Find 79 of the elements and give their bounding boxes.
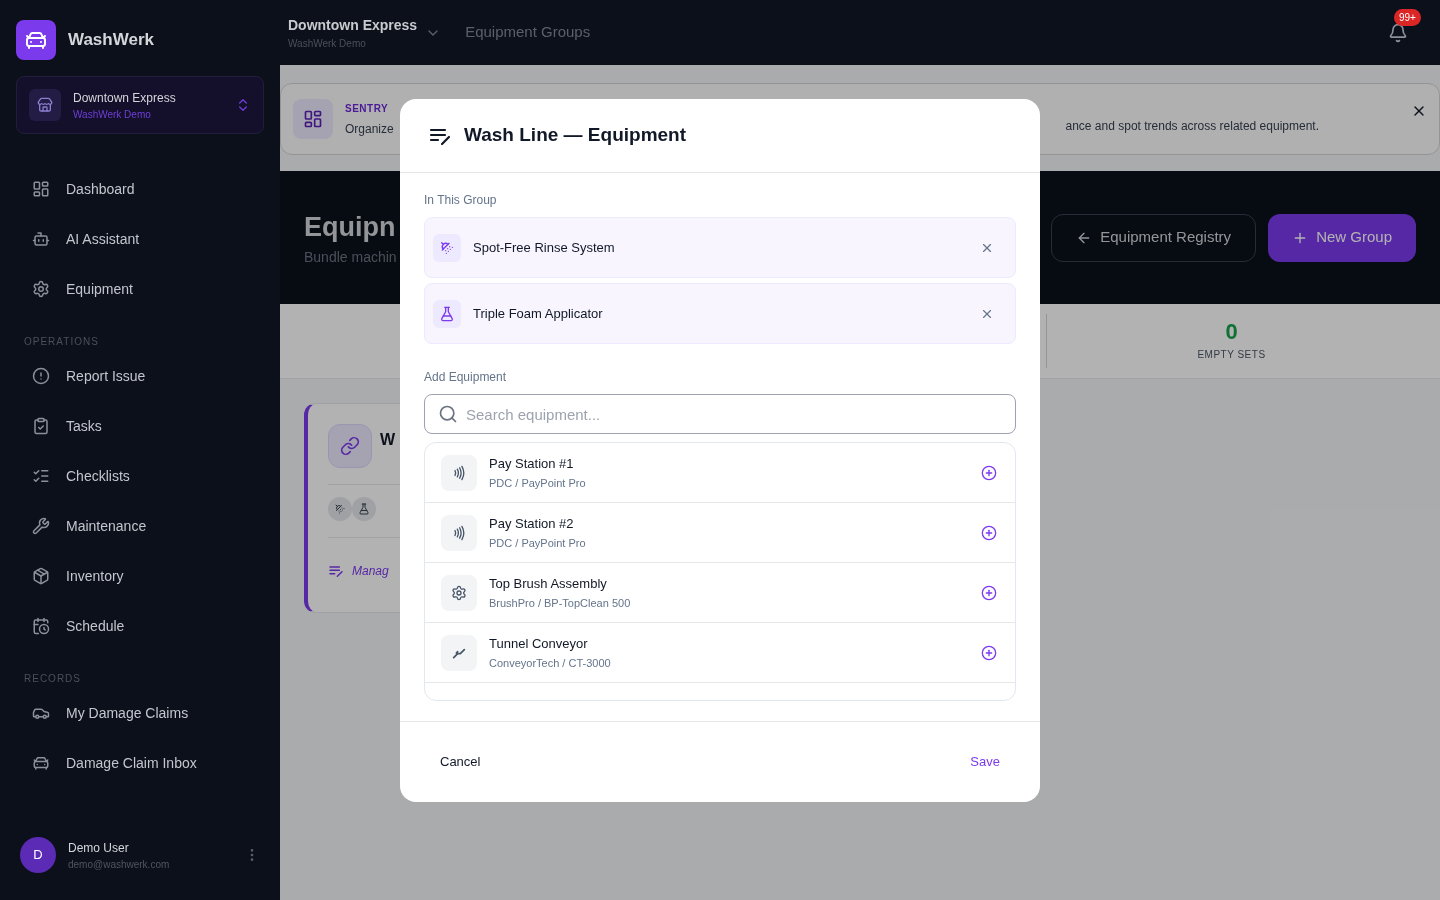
- settings-icon: [32, 280, 50, 298]
- sidebar-item[interactable]: Maintenance: [0, 501, 280, 551]
- sidebar-item[interactable]: Equipment: [0, 264, 280, 314]
- equipment-model: BrushPro / BP-TopClean 500: [489, 596, 632, 611]
- user-email: demo@washwerk.com: [68, 857, 171, 872]
- cancel-button[interactable]: Cancel: [424, 744, 497, 780]
- equipment-name: Spot-Free Rinse System: [473, 238, 616, 257]
- search-field[interactable]: Search equipment...: [424, 394, 1016, 434]
- app-name: WashWerk: [68, 29, 154, 52]
- page-subtitle: Bundle machin: [304, 248, 397, 268]
- back-button[interactable]: Equipment Registry: [1051, 213, 1257, 262]
- contactless-icon: [451, 464, 467, 481]
- equipment-model: PDC / PayPoint Pro: [489, 536, 587, 551]
- shower-icon: [328, 497, 352, 521]
- stat-label: EMPTY SETS: [1197, 347, 1266, 362]
- user-name: Demo User: [68, 839, 130, 857]
- location-name: Downtown Express: [73, 89, 176, 107]
- plus-circle-icon: [981, 524, 997, 541]
- page-title: Equipn: [304, 210, 397, 244]
- wrench-icon: [32, 517, 50, 535]
- organization-name: WashWerk Demo: [288, 36, 367, 51]
- equipment-name: Pay Station #2: [489, 514, 575, 533]
- box-icon: [32, 567, 50, 585]
- equipment-model: ConveyorTech / CT-3000: [489, 656, 612, 671]
- new-group-button[interactable]: New Group: [1268, 213, 1416, 262]
- sidebar-item[interactable]: AI Assistant: [0, 214, 280, 264]
- gear-icon: [451, 584, 467, 601]
- flask-icon: [352, 497, 376, 521]
- sidebar-item[interactable]: Report Issue: [0, 351, 280, 401]
- section-label: In This Group: [424, 192, 498, 209]
- modal-title: Wash Line — Equipment: [464, 123, 687, 148]
- clipboard-icon: [32, 417, 50, 435]
- location-switcher[interactable]: Downtown Express WashWerk Demo: [16, 76, 264, 134]
- link-icon: [328, 424, 372, 468]
- equipment-name: Triple Foam Applicator: [473, 304, 604, 323]
- banner-text: ance and spot trends across related equipment.: [1065, 118, 1319, 135]
- contactless-icon: [451, 524, 467, 541]
- alert-icon: [32, 367, 50, 385]
- sidebar-item[interactable]: Checklists: [0, 451, 280, 501]
- sidebar-item[interactable]: Schedule: [0, 601, 280, 651]
- manage-link[interactable]: Manag: [352, 562, 389, 580]
- sidebar-item[interactable]: Damage Claim Inbox: [0, 738, 280, 788]
- bell-icon[interactable]: [1388, 22, 1408, 43]
- section-heading: OPERATIONS: [23, 335, 100, 349]
- sidebar-item[interactable]: Inventory: [0, 551, 280, 601]
- calendar-icon: [32, 617, 50, 635]
- checklist-icon: [32, 467, 50, 485]
- section-heading: RECORDS: [23, 672, 82, 686]
- sidebar-item[interactable]: My Damage Claims: [0, 688, 280, 738]
- sidebar-item[interactable]: Dashboard: [0, 164, 280, 214]
- logo-icon: [16, 20, 56, 60]
- dashboard-icon: [32, 180, 50, 198]
- location-name: Downtown Express: [288, 15, 418, 35]
- group-title: W: [380, 430, 396, 450]
- flask-icon: [439, 305, 455, 322]
- plus-circle-icon: [981, 584, 997, 601]
- group-icon: [293, 99, 333, 139]
- avatar: D: [20, 837, 56, 873]
- edit-list-icon: [328, 563, 344, 579]
- equipment-model: PDC / PayPoint Pro: [489, 476, 587, 491]
- robot-icon: [32, 230, 50, 248]
- equipment-name: Pay Station #1: [489, 454, 575, 473]
- equipment-name: Tunnel Conveyor: [489, 634, 589, 653]
- search-icon: [438, 404, 458, 424]
- organization-name: WashWerk Demo: [73, 107, 151, 122]
- notification-badge: 99+: [1394, 8, 1421, 26]
- car-icon: [32, 754, 50, 772]
- breadcrumb: Equipment Groups: [465, 22, 591, 43]
- banner-text: Organize: [345, 120, 395, 138]
- plus-circle-icon: [981, 644, 997, 661]
- sidebar-item[interactable]: Tasks: [0, 401, 280, 451]
- store-icon: [29, 89, 61, 121]
- stat-value: 0: [1225, 320, 1238, 343]
- shower-icon: [439, 239, 455, 256]
- plus-circle-icon: [981, 464, 997, 481]
- save-button[interactable]: Save: [954, 744, 1016, 780]
- banner-tag: SENTRY: [345, 100, 401, 116]
- equipment-name: Top Brush Assembly: [489, 574, 608, 593]
- section-label: Add Equipment: [424, 369, 508, 386]
